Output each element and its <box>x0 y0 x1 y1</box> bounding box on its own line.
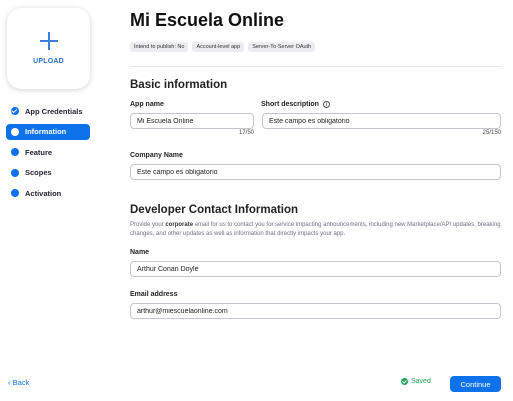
saved-label: Saved <box>411 378 431 385</box>
page-title: Mi Escuela Online <box>130 10 285 30</box>
upload-button[interactable]: UPLOAD <box>7 8 90 89</box>
company-name-input[interactable] <box>130 164 501 180</box>
sidebar-item-information[interactable]: Information <box>6 123 90 140</box>
help-text-bold: corporate <box>165 222 194 228</box>
app-name-label: App name <box>130 101 164 108</box>
company-name-label: Company Name <box>130 152 183 159</box>
sidebar-item-label: Feature <box>25 147 53 157</box>
check-circle-icon <box>401 378 408 385</box>
status-badge: Server-To-Server OAuth <box>248 42 316 52</box>
short-description-label: Short description i <box>261 101 330 108</box>
sidebar-item-label: App Credentials <box>25 106 83 116</box>
basic-info-heading: Basic information <box>130 79 228 91</box>
badge-row: Intend to publish: No Account-level app … <box>130 42 316 52</box>
help-text-prefix: Provide your <box>130 222 166 228</box>
sidebar-item-feature[interactable]: Feature <box>6 144 90 160</box>
step-dot-icon <box>11 148 19 156</box>
status-badge: Account-level app <box>192 42 245 52</box>
sidebar-nav: App Credentials Information Feature Scop… <box>6 103 90 206</box>
developer-help-text: Provide your corporate email for us to c… <box>130 221 502 238</box>
short-description-counter: 25/150 <box>482 130 501 136</box>
upload-label: UPLOAD <box>33 58 64 65</box>
check-icon <box>11 107 19 115</box>
step-dot-icon <box>11 168 19 177</box>
name-label: Name <box>130 249 150 256</box>
sidebar-item-label: Information <box>25 127 67 136</box>
plus-icon <box>39 32 58 50</box>
saved-status: Saved <box>401 378 431 385</box>
app-name-input[interactable] <box>130 113 254 129</box>
divider <box>130 66 501 67</box>
email-label: Email address <box>130 291 178 298</box>
step-dot-icon <box>11 127 19 136</box>
short-description-label-text: Short description <box>261 101 319 108</box>
back-link[interactable]: ‹ Back <box>8 378 29 387</box>
sidebar-item-label: Activation <box>25 188 62 198</box>
developer-contact-heading: Developer Contact Information <box>130 204 299 216</box>
name-input[interactable] <box>130 261 501 277</box>
info-icon[interactable]: i <box>322 101 330 108</box>
continue-button[interactable]: Continue <box>450 376 501 392</box>
step-dot-icon <box>11 189 19 197</box>
short-description-input[interactable] <box>262 113 501 129</box>
email-input[interactable] <box>130 303 501 319</box>
status-badge: Intend to publish: No <box>130 42 189 52</box>
sidebar-item-scopes[interactable]: Scopes <box>6 165 90 181</box>
app-name-counter: 17/50 <box>238 130 254 136</box>
sidebar-item-label: Scopes <box>25 168 52 177</box>
sidebar-item-app-credentials[interactable]: App Credentials <box>6 103 90 119</box>
sidebar-item-activation[interactable]: Activation <box>6 185 90 201</box>
